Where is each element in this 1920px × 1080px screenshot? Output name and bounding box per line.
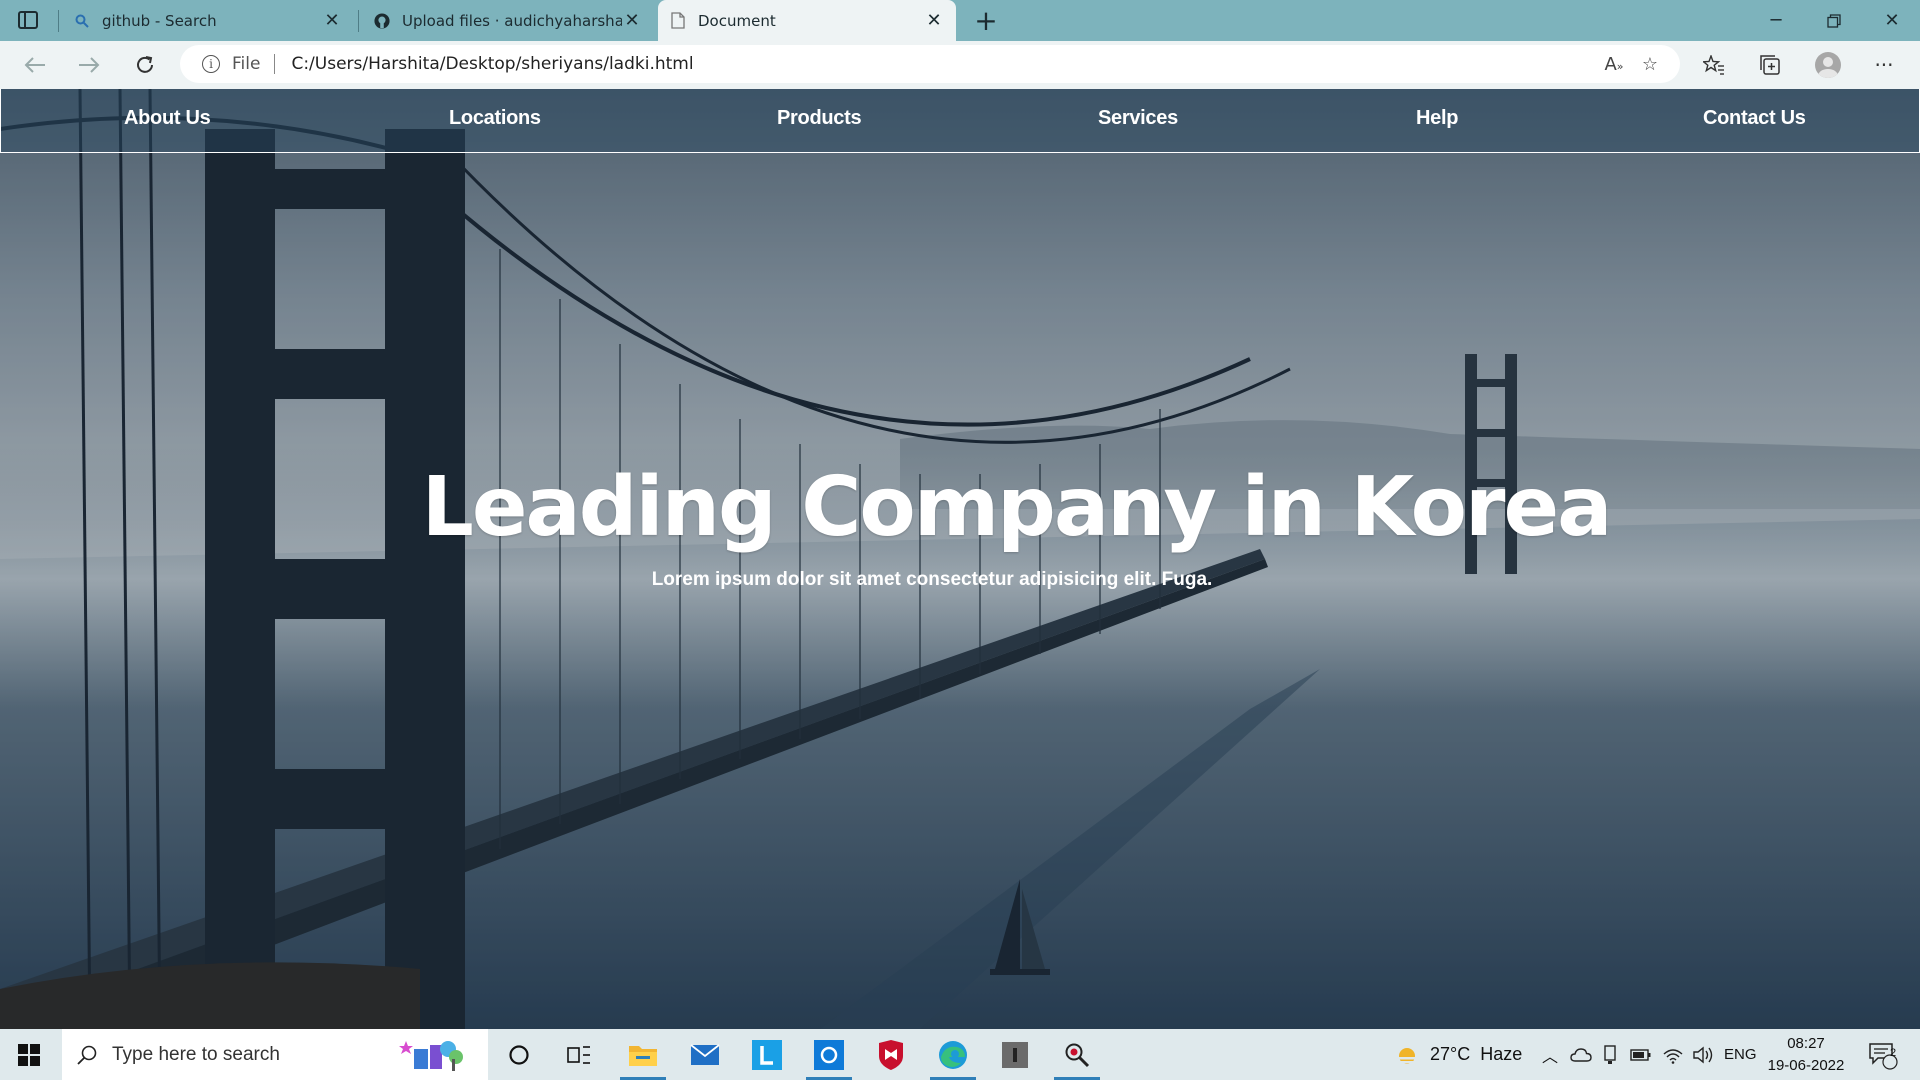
tab-upload-files[interactable]: Upload files · audichyaharshali/r ✕ xyxy=(362,0,654,41)
app-i-icon[interactable] xyxy=(996,1037,1034,1073)
tab-title: Document xyxy=(698,11,776,30)
taskbar-search-placeholder: Type here to search xyxy=(112,1043,280,1065)
taskbar-search-box[interactable]: Type here to search xyxy=(62,1029,488,1080)
show-hidden-icons-icon[interactable]: ︿ xyxy=(1542,1029,1558,1080)
close-icon[interactable]: ✕ xyxy=(924,10,944,31)
clock-time: 08:27 xyxy=(1787,1035,1825,1052)
language-indicator[interactable]: ENG xyxy=(1724,1029,1757,1080)
address-scheme-label: File xyxy=(232,54,261,74)
tab-separator xyxy=(358,10,359,32)
tab-separator xyxy=(58,10,59,32)
nav-link-contact-us[interactable]: Contact Us xyxy=(1703,107,1806,130)
image-overlay xyxy=(0,89,1920,1029)
read-aloud-icon[interactable]: A» xyxy=(1596,54,1632,75)
github-icon xyxy=(374,12,390,29)
tab-document[interactable]: Document ✕ xyxy=(658,0,956,41)
add-favorite-icon[interactable]: ☆ xyxy=(1632,54,1668,75)
task-view-icon[interactable] xyxy=(560,1037,598,1073)
tab-title: Upload files · audichyaharshali/r xyxy=(402,11,622,30)
browser-toolbar: i File C:/Users/Harshita/Desktop/sheriya… xyxy=(0,41,1920,89)
close-icon[interactable]: ✕ xyxy=(322,10,342,31)
page-viewport: About Us Locations Products Services Hel… xyxy=(0,89,1920,1029)
search-icon xyxy=(74,13,90,29)
weather-temp: 27°C xyxy=(1430,1044,1471,1064)
info-icon[interactable]: i xyxy=(202,55,220,73)
nav-link-about-us[interactable]: About Us xyxy=(124,107,211,130)
page-navbar: About Us Locations Products Services Hel… xyxy=(0,89,1920,153)
more-options-icon[interactable]: ··· xyxy=(1864,49,1904,81)
collections-icon[interactable] xyxy=(1750,49,1790,81)
onedrive-icon[interactable] xyxy=(1570,1029,1592,1080)
avatar xyxy=(1815,52,1841,78)
notification-center-icon[interactable]: 2 xyxy=(1868,1029,1898,1080)
tab-strip: github - Search ✕ Upload files · audichy… xyxy=(0,0,1920,41)
app-l-icon[interactable] xyxy=(748,1037,786,1073)
mail-icon[interactable] xyxy=(686,1037,724,1073)
wifi-icon[interactable] xyxy=(1662,1029,1684,1080)
battery-icon[interactable] xyxy=(1630,1029,1652,1080)
minimize-icon[interactable]: ─ xyxy=(1748,0,1804,41)
address-divider xyxy=(274,54,276,74)
file-explorer-icon[interactable] xyxy=(624,1037,662,1073)
nav-link-help[interactable]: Help xyxy=(1416,107,1458,130)
clock-date: 19-06-2022 xyxy=(1767,1057,1845,1074)
edge-icon[interactable] xyxy=(934,1037,972,1073)
forward-icon[interactable] xyxy=(72,49,106,81)
sidebar-toggle-icon[interactable] xyxy=(18,11,38,29)
address-bar[interactable]: i File C:/Users/Harshita/Desktop/sheriya… xyxy=(180,45,1680,83)
document-icon xyxy=(670,12,686,29)
volume-icon[interactable] xyxy=(1692,1029,1714,1080)
search-highlight-icon[interactable] xyxy=(392,1037,482,1073)
new-tab-icon[interactable]: + xyxy=(966,0,1006,41)
hero-title: Leading Company in Korea xyxy=(421,460,1613,555)
device-icon[interactable] xyxy=(1602,1029,1618,1080)
search-icon xyxy=(76,1044,98,1066)
hero-subtitle: Lorem ipsum dolor sit amet consectetur a… xyxy=(651,569,1213,590)
nav-link-services[interactable]: Services xyxy=(1098,107,1178,130)
refresh-icon[interactable] xyxy=(128,49,162,81)
nav-link-locations[interactable]: Locations xyxy=(449,107,541,130)
close-icon[interactable]: ✕ xyxy=(622,10,642,31)
close-window-icon[interactable]: ✕ xyxy=(1864,0,1920,41)
weather-haze-icon xyxy=(1394,1044,1420,1066)
cortana-icon[interactable] xyxy=(500,1037,538,1073)
magnifier-icon[interactable] xyxy=(1058,1037,1096,1073)
favorites-icon[interactable] xyxy=(1694,49,1734,81)
windows-taskbar: Type here to search 27°C Haze ︿ ENG 08:2… xyxy=(0,1029,1920,1080)
back-icon[interactable] xyxy=(18,49,52,81)
windows-start-icon[interactable] xyxy=(18,1044,40,1066)
notification-count: 2 xyxy=(1889,1047,1897,1059)
outlook-icon[interactable] xyxy=(810,1037,848,1073)
weather-condition: Haze xyxy=(1480,1044,1523,1064)
tab-title: github - Search xyxy=(102,11,217,30)
weather-widget[interactable]: 27°C Haze xyxy=(1394,1029,1522,1080)
profile-avatar[interactable] xyxy=(1808,49,1848,81)
restore-icon[interactable] xyxy=(1806,0,1862,41)
address-url[interactable]: C:/Users/Harshita/Desktop/sheriyans/ladk… xyxy=(291,54,1596,74)
taskbar-clock[interactable]: 08:27 19-06-2022 xyxy=(1756,1033,1856,1077)
tab-github-search[interactable]: github - Search ✕ xyxy=(62,0,354,41)
mcafee-icon[interactable] xyxy=(872,1037,910,1073)
nav-link-products[interactable]: Products xyxy=(777,107,862,130)
